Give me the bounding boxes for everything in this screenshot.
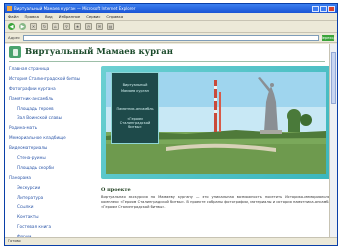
- sidebar-link[interactable]: Зал Воинской славы: [17, 115, 97, 120]
- maximize-icon[interactable]: [320, 5, 327, 12]
- browser-icon: [7, 6, 12, 11]
- address-input[interactable]: [23, 34, 319, 41]
- sidebar-link[interactable]: Родина-мать: [9, 125, 97, 130]
- main-content: Виртуальный Мамаев курган Памятник-ансам…: [101, 66, 333, 238]
- page-content: Виртуальный Мамаев курган Главная страни…: [5, 44, 333, 239]
- sidebar-link[interactable]: Памятник-ансамбль: [9, 96, 97, 101]
- title-bar: Виртуальный Мамаев курган — Microsoft In…: [5, 4, 337, 13]
- print-icon[interactable]: ▤: [107, 23, 114, 30]
- window-controls: [312, 5, 335, 12]
- sidebar-link[interactable]: Гостевая книга: [17, 224, 97, 229]
- minimize-icon[interactable]: [312, 5, 319, 12]
- sidebar-link[interactable]: Контакты: [17, 214, 97, 219]
- menu-view[interactable]: Вид: [45, 14, 53, 19]
- menu-favorites[interactable]: Избранное: [59, 14, 81, 19]
- banner-panel: Виртуальный Мамаев курган Памятник-ансам…: [111, 72, 159, 144]
- about-section: О проекте Виртуальная экскурсия по Мамае…: [101, 188, 333, 210]
- toolbar: ◀ ▶ ✕ ↻ ⌂ ⚲ ★ ◷ ✉ ▤: [5, 21, 337, 33]
- menu-bar: Файл Правка Вид Избранное Сервис Справка: [5, 13, 337, 21]
- site-title: Виртуальный Мамаев курган: [25, 47, 173, 57]
- go-button[interactable]: Переход: [320, 34, 336, 41]
- sidebar-link[interactable]: Площадь скорби: [17, 165, 97, 170]
- status-bar: Готово: [5, 237, 337, 245]
- home-icon[interactable]: ⌂: [52, 23, 59, 30]
- sidebar-nav: Главная страница История Сталинградской б…: [9, 66, 97, 244]
- banner-line-3: Памятник-ансамбль: [116, 107, 154, 111]
- page-header: Виртуальный Мамаев курган: [5, 44, 329, 60]
- window-title: Виртуальный Мамаев курган — Microsoft In…: [14, 6, 136, 11]
- stop-icon[interactable]: ✕: [30, 23, 37, 30]
- sidebar-link[interactable]: Стена-руины: [17, 155, 97, 160]
- favorites-icon[interactable]: ★: [74, 23, 81, 30]
- sidebar-link[interactable]: Фотографии кургана: [9, 86, 97, 91]
- browser-window: Виртуальный Мамаев курган — Microsoft In…: [4, 3, 338, 246]
- forward-icon[interactable]: ▶: [19, 23, 26, 30]
- sidebar-link[interactable]: Главная страница: [9, 66, 97, 71]
- sidebar-link[interactable]: Литература: [17, 195, 97, 200]
- header-divider: [9, 61, 325, 62]
- sidebar-link[interactable]: Мемориальное кладбище: [9, 135, 97, 140]
- sidebar-link[interactable]: Видеоматериалы: [9, 145, 97, 150]
- sidebar-link[interactable]: Экскурсии: [17, 185, 97, 190]
- address-label: Адрес: [8, 35, 21, 40]
- mail-icon[interactable]: ✉: [96, 23, 103, 30]
- search-icon[interactable]: ⚲: [63, 23, 70, 30]
- vertical-scrollbar[interactable]: [329, 44, 337, 238]
- about-text: Виртуальная экскурсия по Мамаеву кургану…: [101, 195, 333, 209]
- history-icon[interactable]: ◷: [85, 23, 92, 30]
- menu-file[interactable]: Файл: [8, 14, 19, 19]
- site-logo-icon: [9, 46, 21, 58]
- sidebar-link[interactable]: Панорама: [9, 175, 97, 180]
- banner-line-2: Мамаев курган: [121, 89, 149, 93]
- banner-line-1: Виртуальный: [122, 83, 148, 87]
- scrollbar-thumb[interactable]: [331, 52, 336, 104]
- address-bar: Адрес Переход: [5, 33, 337, 43]
- sidebar-link[interactable]: История Сталинградской битвы: [9, 76, 97, 81]
- menu-tools[interactable]: Сервис: [86, 14, 100, 19]
- close-icon[interactable]: [328, 5, 335, 12]
- sidebar-link[interactable]: Площадь героев: [17, 106, 97, 111]
- back-icon[interactable]: ◀: [8, 23, 15, 30]
- sidebar-link[interactable]: Ссылки: [17, 204, 97, 209]
- section-heading: О проекте: [101, 187, 131, 193]
- banner-line-4: «Героям Сталинградской битвы»: [119, 117, 151, 129]
- menu-help[interactable]: Справка: [106, 14, 123, 19]
- menu-edit[interactable]: Правка: [25, 14, 39, 19]
- banner: Виртуальный Мамаев курган Памятник-ансам…: [101, 66, 333, 179]
- refresh-icon[interactable]: ↻: [41, 23, 48, 30]
